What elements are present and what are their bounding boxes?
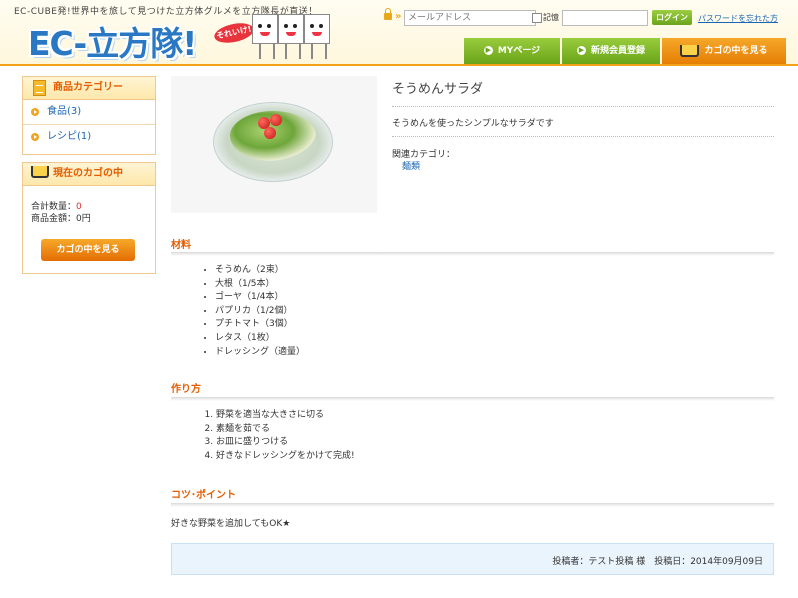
category-item-food[interactable]: 食品(3) — [23, 100, 155, 125]
category-item-label: 食品(3) — [47, 106, 82, 117]
arrow-right-icon: ▶ — [483, 46, 493, 55]
category-item-recipe[interactable]: レシピ(1) — [23, 125, 155, 149]
arrow-right-icon: ▶ — [576, 46, 586, 55]
list-item: お皿に盛りつける — [216, 436, 355, 450]
document-icon — [33, 80, 46, 96]
bullet-arrow-icon — [31, 133, 39, 141]
view-cart-button[interactable]: カゴの中を見る — [41, 239, 135, 261]
section-divider — [171, 503, 774, 507]
category-box-header: 商品カテゴリー — [23, 77, 155, 100]
list-item: レタス（1枚） — [215, 332, 305, 346]
cart-box: 現在のカゴの中 合計数量：0 商品金額：0円 カゴの中を見る — [22, 162, 156, 274]
cart-price-label: 商品金額： — [31, 214, 77, 224]
list-item: ドレッシング（適量） — [215, 346, 305, 360]
steps-list: 野菜を適当な大きさに切る 素麺を茹でる お皿に盛りつける 好きなドレッシングをか… — [200, 409, 355, 463]
list-item: 大根（1/5本） — [215, 278, 305, 292]
bullet-arrow-icon — [31, 108, 39, 116]
remember-label: 記憶 — [543, 13, 559, 22]
nav-mypage-label: MYページ — [497, 46, 541, 56]
ingredients-heading: 材料 — [171, 240, 191, 251]
nav-register-button[interactable]: ▶ 新規会員登録 — [562, 38, 660, 64]
site-header: EC-CUBE発!世界中を旅して見つけた立方体グルメを立方隊長が直送！ EC-立… — [0, 0, 798, 66]
login-form: » 記憶 ログイン パスワードを忘れた方 — [376, 8, 796, 30]
recipe-photo — [171, 76, 377, 213]
cart-total-price: 商品金額：0円 — [23, 213, 155, 225]
list-item: ゴーヤ（1/4本） — [215, 291, 305, 305]
ingredients-list: そうめん（2束） 大根（1/5本） ゴーヤ（1/4本） パプリカ（1/2個） プ… — [203, 264, 305, 359]
post-meta-box: 投稿者：テスト投稿 様 投稿日：2014年09月09日 — [171, 543, 774, 575]
post-meta: 投稿者：テスト投稿 様 投稿日：2014年09月09日 — [552, 557, 763, 567]
mascot-illustration — [252, 14, 332, 62]
section-divider — [171, 252, 774, 256]
site-logo[interactable]: EC-立方隊! — [28, 17, 197, 65]
cart-qty-value: 0 — [76, 202, 82, 212]
cart-qty-label: 合計数量： — [31, 202, 77, 212]
password-input[interactable] — [562, 10, 648, 26]
salad-plate-image — [213, 102, 333, 182]
divider — [392, 136, 774, 137]
logo-badge: それいけ! — [212, 20, 256, 46]
cart-box-title: 現在のカゴの中 — [53, 168, 123, 179]
tips-text: 好きな野菜を追加してもOK★ — [171, 519, 291, 529]
forgot-password-link[interactable]: パスワードを忘れた方 — [698, 13, 778, 24]
list-item: パプリカ（1/2個） — [215, 305, 305, 319]
divider — [392, 106, 774, 107]
list-item: 野菜を適当な大きさに切る — [216, 409, 355, 423]
login-button[interactable]: ログイン — [652, 10, 692, 25]
nav-cart-button[interactable]: カゴの中を見る — [662, 38, 786, 64]
cart-icon — [31, 166, 49, 178]
nav-cart-label: カゴの中を見る — [704, 46, 768, 56]
remember-checkbox[interactable] — [532, 13, 542, 23]
cart-price-value: 0円 — [76, 214, 91, 224]
related-category-link[interactable]: 麺類 — [402, 159, 420, 172]
recipe-description: そうめんを使ったシンプルなサラダです — [392, 119, 554, 129]
tips-heading: コツ･ポイント — [171, 490, 236, 501]
mascot-icon — [278, 14, 304, 59]
steps-heading: 作り方 — [171, 384, 201, 395]
list-item: 好きなドレッシングをかけて完成! — [216, 450, 355, 464]
list-item: そうめん（2束） — [215, 264, 305, 278]
list-item: プチトマト（3個） — [215, 318, 305, 332]
list-item: 素麺を茹でる — [216, 423, 355, 437]
email-input[interactable] — [404, 10, 536, 26]
recipe-title: そうめんサラダ — [392, 82, 484, 97]
category-box: 商品カテゴリー 食品(3) レシピ(1) — [22, 76, 156, 155]
nav-mypage-button[interactable]: ▶ MYページ — [464, 38, 560, 64]
cart-box-header: 現在のカゴの中 — [23, 163, 155, 186]
double-chevron-icon: » — [395, 11, 402, 22]
cart-icon — [680, 44, 700, 57]
nav-register-label: 新規会員登録 — [590, 46, 645, 56]
section-divider — [171, 397, 774, 401]
cart-total-qty: 合計数量：0 — [23, 201, 155, 213]
category-box-title: 商品カテゴリー — [53, 82, 123, 93]
category-item-label: レシピ(1) — [47, 131, 92, 142]
lock-icon — [384, 8, 392, 20]
mascot-icon — [304, 14, 330, 59]
mascot-icon — [252, 14, 278, 59]
